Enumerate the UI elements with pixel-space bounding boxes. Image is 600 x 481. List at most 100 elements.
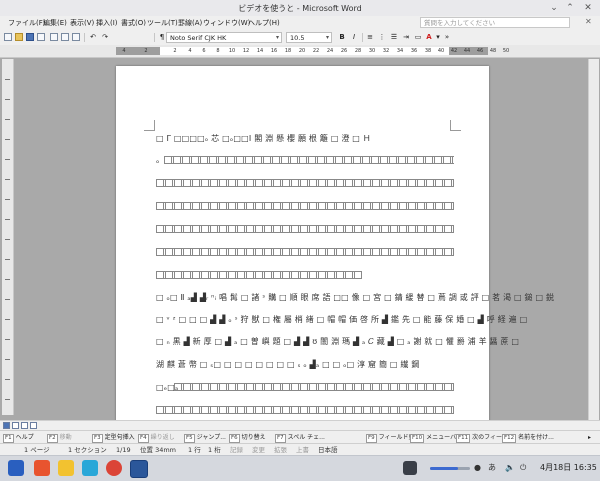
menu-file[interactable]: ファイル(F) bbox=[8, 18, 46, 28]
fkey-label: スペル チェ... bbox=[287, 434, 325, 441]
save-icon[interactable] bbox=[26, 33, 34, 41]
bold-button[interactable]: B bbox=[337, 32, 347, 43]
volume-level bbox=[430, 467, 458, 470]
indent-icon[interactable]: ⇥ bbox=[401, 32, 411, 43]
toolbar-options-icon[interactable]: » bbox=[442, 32, 452, 43]
font-size-combo[interactable]: 10.5 ▾ bbox=[286, 32, 332, 43]
fkey-repeat[interactable]: F4 繰り返し bbox=[138, 433, 175, 443]
chrome-icon[interactable] bbox=[106, 460, 122, 476]
fkey-code: F6 bbox=[229, 434, 240, 443]
file-manager-icon[interactable] bbox=[58, 460, 74, 476]
outline-view-icon[interactable] bbox=[30, 422, 37, 429]
fkey-code: F9 bbox=[366, 434, 377, 443]
ruler-label: 6 bbox=[202, 48, 206, 54]
numbering-icon[interactable]: ⋮ bbox=[377, 32, 387, 43]
fkey-menu-bar[interactable]: F10 メニューバ... bbox=[410, 433, 462, 443]
menu-insert[interactable]: 挿入(I) bbox=[96, 18, 118, 28]
print-layout-icon[interactable] bbox=[21, 422, 28, 429]
status-extend[interactable]: 拡張 bbox=[274, 446, 287, 454]
fkey-save-as[interactable]: F12 名前を付け... bbox=[502, 433, 554, 443]
menu-help[interactable]: ヘルプ(H) bbox=[248, 18, 280, 28]
speaker-icon[interactable]: 🔈 bbox=[505, 463, 515, 473]
undo-icon[interactable]: ↶ bbox=[88, 32, 98, 43]
ruler-tick bbox=[5, 79, 10, 80]
status-line: 1 行 bbox=[188, 446, 201, 454]
fkey-jump[interactable]: F5 ジャンプ... bbox=[184, 433, 226, 443]
ime-indicator[interactable]: あ bbox=[488, 463, 496, 473]
fkey-code: F1 bbox=[3, 434, 14, 443]
status-record[interactable]: 記録 bbox=[230, 446, 243, 454]
ruler-label: 40 bbox=[437, 48, 445, 54]
web-layout-icon[interactable] bbox=[12, 422, 19, 429]
vertical-scrollbar[interactable] bbox=[588, 59, 599, 421]
ruler-label: 38 bbox=[424, 48, 432, 54]
menu-window[interactable]: ウィンドウ(W) bbox=[203, 18, 250, 28]
status-column: 1 桁 bbox=[208, 446, 221, 454]
align-icon[interactable]: ≡ bbox=[365, 32, 375, 43]
document-page[interactable]: □ Γ □□□□ₒ 芯 □ₒ□□Ӏ 閣 淵 懸 櫻 願 根 籬 □ 澄 □ Ｈ … bbox=[116, 66, 554, 426]
ruler-label: 20 bbox=[298, 48, 306, 54]
document-close-icon[interactable]: ✕ bbox=[585, 17, 592, 26]
spelling-icon[interactable] bbox=[72, 33, 80, 41]
open-folder-icon[interactable] bbox=[15, 33, 23, 41]
fkey-move[interactable]: F2 移動 bbox=[47, 433, 72, 443]
menu-edit[interactable]: 編集(E) bbox=[43, 18, 67, 28]
status-overwrite[interactable]: 上書 bbox=[296, 446, 309, 454]
fkey-next-field[interactable]: F11 次のフィール bbox=[456, 433, 508, 443]
volume-dot-icon: ● bbox=[474, 463, 481, 472]
print-icon[interactable] bbox=[50, 33, 58, 41]
ruler-tick bbox=[5, 239, 10, 240]
font-name-combo[interactable]: Noto Serif CJK HK ▾ bbox=[166, 32, 282, 43]
ruler-label: 30 bbox=[368, 48, 376, 54]
menu-format[interactable]: 書式(O) bbox=[121, 18, 146, 28]
volume-slider[interactable] bbox=[430, 467, 470, 470]
menu-table[interactable]: 罫線(A) bbox=[178, 18, 202, 28]
ruler-tick bbox=[5, 119, 10, 120]
fkey-more-icon[interactable]: ▸ bbox=[588, 433, 591, 442]
software-store-icon[interactable] bbox=[82, 460, 98, 476]
maximize-icon[interactable]: ⌃ bbox=[564, 2, 576, 14]
help-search-input[interactable]: 質問を入力してください bbox=[420, 17, 570, 28]
function-key-bar: F1 ヘルプ F2 移動 F3 定型句挿入 F4 繰り返し F5 ジャンプ... F6 切り… bbox=[0, 430, 600, 444]
menu-view[interactable]: 表示(V) bbox=[70, 18, 94, 28]
word-icon[interactable] bbox=[130, 460, 148, 478]
permission-icon[interactable] bbox=[37, 33, 45, 41]
ruler-tick bbox=[5, 259, 10, 260]
text-placeholder-row bbox=[156, 271, 362, 279]
chevron-down-icon: ▾ bbox=[325, 34, 329, 41]
text-placeholder-row bbox=[156, 248, 454, 256]
new-document-icon[interactable] bbox=[4, 33, 12, 41]
fkey-update-field[interactable]: F9 フィールド更 bbox=[366, 433, 415, 443]
fkey-autotext[interactable]: F3 定型句挿入 bbox=[92, 433, 135, 443]
ruler-label: 10 bbox=[228, 48, 236, 54]
power-icon[interactable]: ⏻ bbox=[520, 463, 526, 473]
app-launcher-icon[interactable] bbox=[8, 460, 24, 476]
minimize-icon[interactable]: ⌄ bbox=[548, 2, 560, 14]
fkey-switch[interactable]: F6 切り替え bbox=[229, 433, 266, 443]
menu-tools[interactable]: ツール(T) bbox=[147, 18, 178, 28]
bullets-icon[interactable]: ☰ bbox=[389, 32, 399, 43]
normal-view-icon[interactable] bbox=[3, 422, 10, 429]
italic-button[interactable]: I bbox=[349, 32, 359, 43]
ruler-label: 14 bbox=[256, 48, 264, 54]
brave-browser-icon[interactable] bbox=[34, 460, 50, 476]
status-track-changes[interactable]: 変更 bbox=[252, 446, 265, 454]
vertical-ruler[interactable] bbox=[2, 59, 14, 415]
display-icon[interactable] bbox=[403, 461, 417, 475]
text-placeholder-row bbox=[156, 225, 454, 233]
document-text-line: 湖 麒 蒼 幣 □ ₛ□ □ □ □ □ □ □ □ ₛ ₒ ▟ₐ □ □ ₒ□… bbox=[156, 360, 420, 369]
print-preview-icon[interactable] bbox=[61, 33, 69, 41]
close-icon[interactable]: ✕ bbox=[582, 2, 594, 14]
ruler-tick bbox=[5, 299, 10, 300]
fkey-label: ジャンプ... bbox=[196, 434, 226, 441]
status-position: 位置 34mm bbox=[140, 446, 177, 454]
horizontal-ruler[interactable]: 4 2 2 4 6 8 10 12 14 16 18 20 22 24 26 2… bbox=[0, 45, 600, 58]
fkey-label: 移動 bbox=[59, 434, 72, 441]
fkey-spell-check[interactable]: F7 スペル チェ... bbox=[275, 433, 325, 443]
redo-icon[interactable]: ↷ bbox=[100, 32, 110, 43]
clock[interactable]: 4月18日 16:35 bbox=[540, 463, 597, 473]
fkey-help[interactable]: F1 ヘルプ bbox=[3, 433, 34, 443]
ruler-label: 36 bbox=[410, 48, 418, 54]
highlight-icon[interactable]: ▭ bbox=[413, 32, 423, 43]
fkey-label: ヘルプ bbox=[15, 434, 34, 441]
